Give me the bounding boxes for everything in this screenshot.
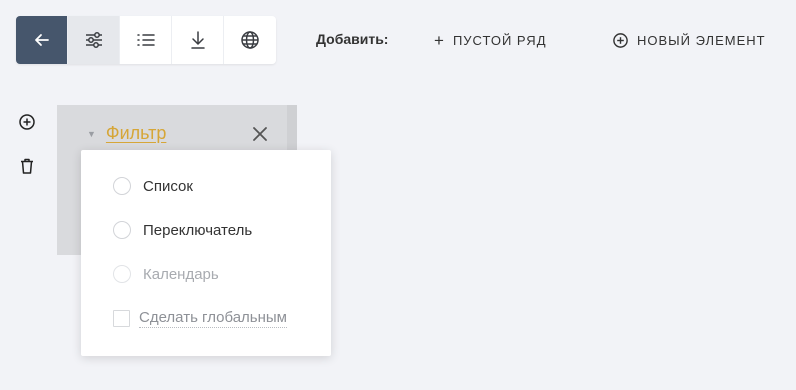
plus-circle-icon — [19, 114, 35, 130]
radio-button[interactable] — [113, 221, 131, 239]
settings-button[interactable] — [68, 16, 120, 64]
download-button[interactable] — [172, 16, 224, 64]
plus-icon: + — [434, 30, 445, 50]
option-label: Список — [143, 177, 193, 195]
add-row-button[interactable] — [16, 111, 38, 133]
close-icon — [253, 127, 267, 141]
make-global-checkbox[interactable]: Сделать глобальным — [113, 309, 287, 328]
option-label: Календарь — [143, 265, 219, 283]
toolbar — [16, 16, 276, 64]
back-button[interactable] — [16, 16, 68, 64]
option-list[interactable]: Список — [113, 177, 193, 195]
globe-button[interactable] — [224, 16, 276, 64]
radio-button — [113, 265, 131, 283]
radio-button[interactable] — [113, 177, 131, 195]
delete-row-button[interactable] — [16, 155, 38, 177]
filter-type-menu: Список Переключатель Календарь Сделать г… — [81, 150, 331, 356]
checkbox-label: Сделать глобальным — [139, 309, 287, 328]
add-empty-row-button[interactable]: + ПУСТОЙ РЯД — [434, 26, 547, 54]
filter-header: ▼ Фильтр — [87, 123, 166, 144]
globe-icon — [241, 31, 259, 49]
list-button[interactable] — [120, 16, 172, 64]
app-root: Добавить: + ПУСТОЙ РЯД НОВЫЙ ЭЛЕМЕНТ ▼ Ф… — [0, 0, 796, 390]
trash-icon — [21, 158, 33, 174]
list-icon — [136, 34, 155, 46]
option-label: Переключатель — [143, 221, 253, 239]
plus-circle-icon — [613, 32, 628, 48]
add-new-element-label: НОВЫЙ ЭЛЕМЕНТ — [637, 32, 766, 48]
arrow-left-icon — [34, 34, 49, 46]
close-button[interactable] — [250, 124, 270, 144]
add-label: Добавить: — [316, 31, 389, 47]
option-calendar: Календарь — [113, 265, 219, 283]
sliders-icon — [85, 32, 102, 48]
add-empty-row-label: ПУСТОЙ РЯД — [452, 32, 547, 48]
add-new-element-button[interactable]: НОВЫЙ ЭЛЕМЕНТ — [612, 26, 766, 54]
option-switch[interactable]: Переключатель — [113, 221, 252, 239]
filter-title[interactable]: Фильтр — [106, 123, 166, 144]
download-icon — [190, 31, 205, 49]
checkbox[interactable] — [113, 310, 130, 327]
caret-down-icon[interactable]: ▼ — [87, 129, 96, 139]
